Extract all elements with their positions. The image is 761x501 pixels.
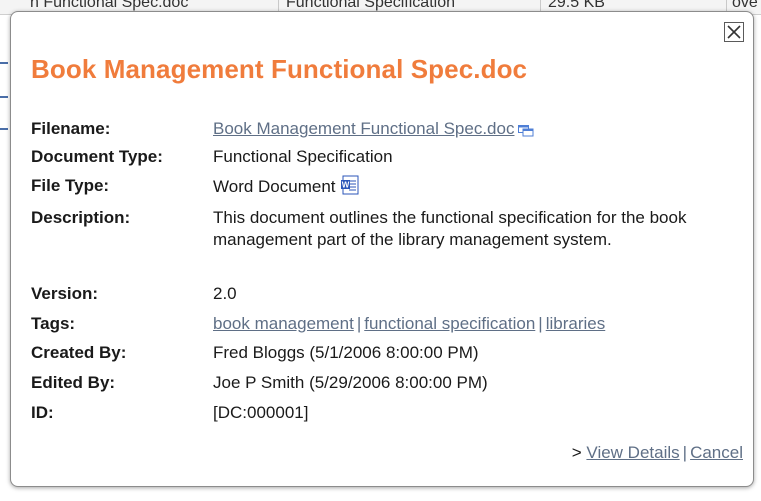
- close-button[interactable]: [724, 22, 744, 42]
- created-by-row: Created By: Fred Bloggs (5/1/2006 8:00:0…: [31, 342, 747, 372]
- id-label: ID:: [31, 403, 54, 422]
- tag-link[interactable]: libraries: [546, 314, 606, 333]
- footer-arrow: >: [571, 443, 582, 462]
- dialog-title: Book Management Functional Spec.doc: [31, 54, 528, 84]
- edited-by-row: Edited By: Joe P Smith (5/29/2006 8:00:0…: [31, 372, 747, 402]
- id-value: [DC:000001]: [213, 403, 309, 422]
- document-properties: Filename: Book Management Functional Spe…: [31, 118, 747, 430]
- filename-row: Filename: Book Management Functional Spe…: [31, 118, 747, 146]
- file-type-value: Word Document W: [213, 175, 747, 207]
- version-row: Version: 2.0: [31, 283, 747, 313]
- edited-by-label: Edited By:: [31, 373, 116, 392]
- open-window-icon[interactable]: [518, 121, 534, 143]
- file-type-label: File Type:: [31, 176, 110, 195]
- document-type-value: Functional Specification: [213, 147, 393, 166]
- document-type-label: Document Type:: [31, 147, 163, 166]
- file-type-text: Word Document: [213, 177, 336, 196]
- footer-separator: |: [682, 443, 688, 462]
- tag-separator: |: [356, 314, 362, 333]
- tag-link[interactable]: book management: [213, 314, 354, 333]
- dialog-footer: > View Details | Cancel: [572, 443, 743, 463]
- background-link-fragment: [0, 96, 8, 98]
- filename-link[interactable]: Book Management Functional Spec.doc: [213, 119, 514, 138]
- tag-separator: |: [538, 314, 543, 333]
- tags-value: book management | functional specification…: [213, 313, 747, 342]
- close-icon: [727, 25, 741, 39]
- filename-value: Book Management Functional Spec.doc: [213, 118, 747, 146]
- background-link-fragment: [0, 62, 8, 64]
- version-value: 2.0: [213, 284, 237, 303]
- description-row: Description: This document outlines the …: [31, 207, 747, 283]
- id-row: ID: [DC:000001]: [31, 402, 747, 430]
- svg-text:W: W: [341, 181, 349, 190]
- created-by-value: Fred Bloggs (5/1/2006 8:00:00 PM): [213, 343, 479, 362]
- tags-label: Tags:: [31, 314, 76, 333]
- description-value: This document outlines the functional sp…: [213, 208, 687, 249]
- view-details-link[interactable]: View Details: [586, 443, 679, 462]
- edited-by-value: Joe P Smith (5/29/2006 8:00:00 PM): [213, 373, 488, 392]
- background-link-fragment: [0, 128, 8, 130]
- tag-link[interactable]: functional specification: [364, 314, 535, 333]
- word-document-icon: W: [340, 175, 360, 201]
- document-info-dialog: Book Management Functional Spec.doc File…: [10, 11, 754, 487]
- tags-row: Tags: book management | functional specifi…: [31, 313, 747, 342]
- document-type-row: Document Type: Functional Specification: [31, 146, 747, 175]
- file-type-row: File Type: Word Document W: [31, 175, 747, 207]
- filename-label: Filename:: [31, 119, 111, 138]
- version-label: Version:: [31, 284, 99, 303]
- cancel-link[interactable]: Cancel: [690, 443, 743, 462]
- created-by-label: Created By:: [31, 343, 127, 362]
- description-label: Description:: [31, 208, 131, 227]
